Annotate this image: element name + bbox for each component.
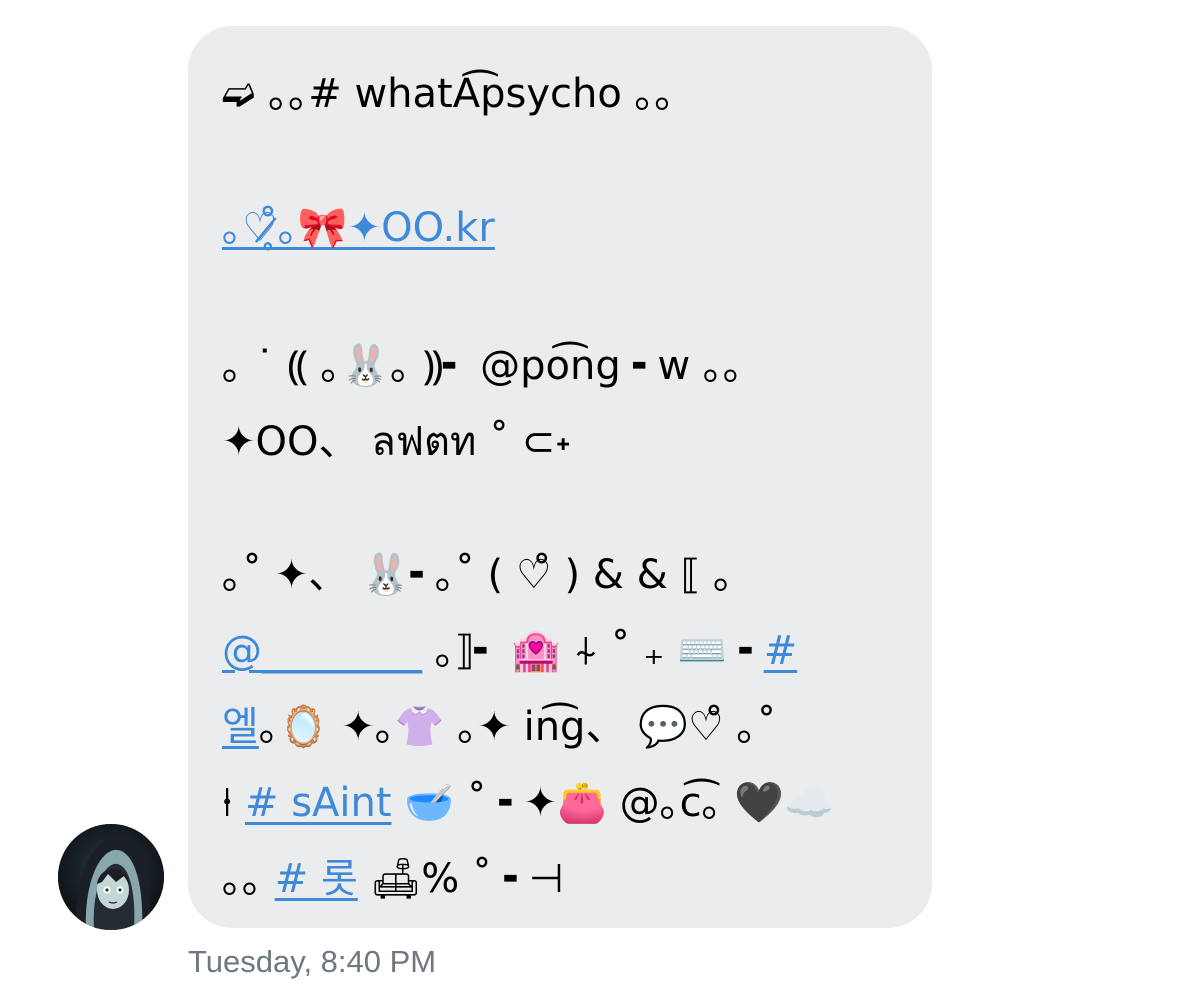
message-line-2: ｡♡̷̥̊｡🎀✦OO.kr [222,204,495,252]
message-line-7: 엘｡🪞 ✦｡👚 ｡✦ in͡g、 💬♡̊ ｡˚ [222,703,777,751]
message-thread: ➫ ｡｡# whatA͡psycho ｡｡ ｡♡̷̥̊｡🎀✦OO.kr ｡ ˙ … [0,0,1200,1005]
hashtag-link[interactable]: 엘 [222,704,259,750]
message-text: ｡⟧╸ 🏩 ⍭ ˚ ₊ ⌨️ ╸ [422,628,764,674]
message-line-8: ⍿ # sAint 🥣 ˚ ╸✦👛 @｡c͡｡ 🖤☁️ [222,779,834,827]
profile-avatar-icon[interactable] [58,824,164,930]
message-text: ｡˚ ✦、 🐰╸｡˚ ( ♡̊ ) & & ⟦ ｡ [222,552,734,598]
message-text: ✦OO、 ลฟตท ˚ ⊂˖ [222,419,571,465]
message-text: 🥣 ˚ ╸✦👛 @｡c͡｡ 🖤☁️ [391,780,834,826]
message-line-9: ｡｡ # 롯 🛋% ˚ ╸⊣ [222,855,564,903]
message-line-1: ➫ ｡｡# whatA͡psycho ｡｡ [222,70,675,118]
message-text: ｡｡ [222,856,275,902]
message-text: ➫ ｡｡# whatA͡psycho ｡｡ [222,71,675,117]
message-text: 🛋% ˚ ╸⊣ [357,856,564,902]
message-timestamp: Tuesday, 8:40 PM [188,944,437,979]
message-line-4: ✦OO、 ลฟตท ˚ ⊂˖ [222,418,571,466]
message-text: ｡🪞 ✦｡👚 ｡✦ in͡g、 💬♡̊ ｡˚ [258,704,777,750]
hashtag-link[interactable]: # 롯 [275,856,358,902]
mention-link[interactable]: @________ [222,628,422,674]
message-line-3: ｡ ˙ ⸨ ｡🐰｡ ⸩╸ @po͡ng ╸w ｡｡ [222,342,743,390]
message-text: ｡ ˙ ⸨ ｡🐰｡ ⸩╸ @po͡ng ╸w ｡｡ [222,343,743,389]
message-line-5: ｡˚ ✦、 🐰╸｡˚ ( ♡̊ ) & & ⟦ ｡ [222,551,733,599]
message-link[interactable]: ｡♡̷̥̊｡🎀✦OO.kr [222,205,495,251]
avatar-hooded-figure-icon [58,824,164,930]
message-line-6: @________ ｡⟧╸ 🏩 ⍭ ˚ ₊ ⌨️ ╸# [222,627,797,675]
hashtag-link[interactable]: # [764,628,798,674]
message-text: ⍿ [222,780,245,826]
hashtag-link[interactable]: # sAint [245,780,392,826]
